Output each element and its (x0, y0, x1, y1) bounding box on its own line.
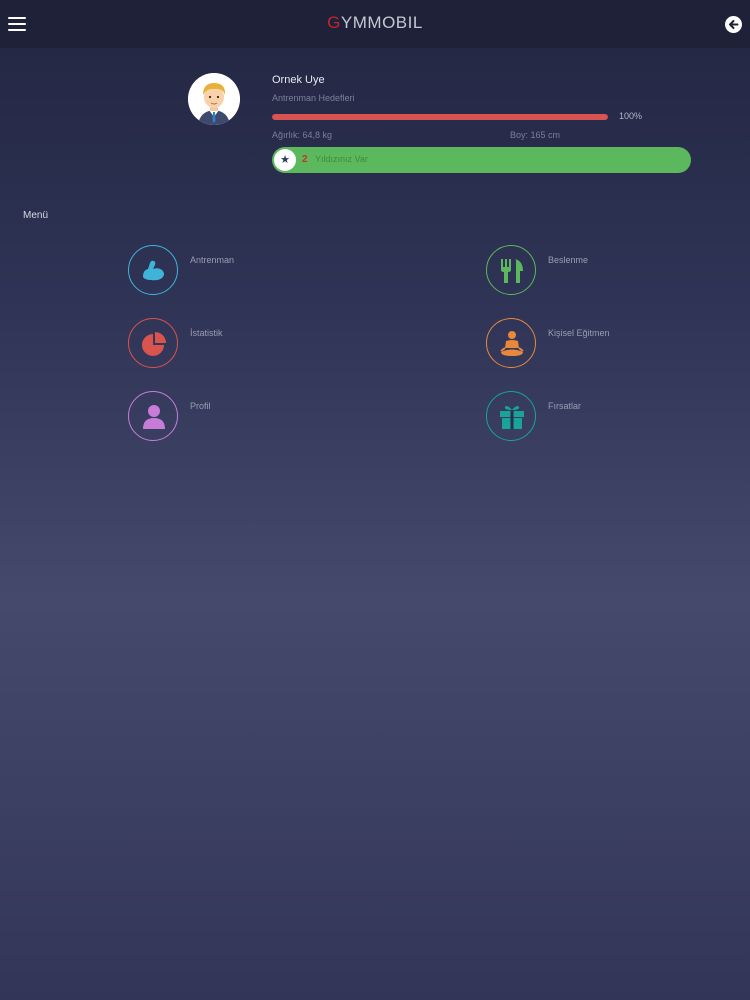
menu-item-beslenme-circle (486, 245, 536, 295)
star-icon: ★ (274, 149, 296, 171)
menu-item-antrenman-circle (128, 245, 178, 295)
menu-item-label: İstatistik (190, 328, 223, 338)
menu-item-label: Beslenme (548, 255, 589, 265)
menu-item-istatistik[interactable]: İstatistik (128, 318, 348, 374)
star-text: Yıldızınız Var (315, 154, 368, 164)
training-goals-label: Antrenman Hedefleri (272, 93, 355, 103)
fork-knife-icon (501, 259, 523, 283)
menu-item-kisisel-egitmen[interactable]: Kişisel Eğitmen (486, 318, 706, 374)
menu-item-firsatlar-circle (486, 391, 536, 441)
top-bar: GYMMOBIL (0, 0, 750, 48)
app-title-rest: YMMOBIL (340, 13, 423, 32)
app-title-accent: G (327, 13, 341, 32)
menu-item-antrenman[interactable]: Antrenman (128, 245, 348, 301)
pie-chart-icon (142, 332, 166, 356)
user-name: Ornek Uye (272, 74, 325, 86)
gift-icon (500, 406, 524, 429)
weight-value: Ağırlık: 64,8 kg (272, 130, 333, 140)
height-value: Boy: 165 cm (510, 130, 561, 140)
trainer-icon (500, 331, 524, 356)
user-icon (143, 405, 165, 429)
goal-progress-percent: 100% (619, 111, 643, 121)
menu-item-beslenme[interactable]: Beslenme (486, 245, 706, 301)
menu-title: Menü (23, 210, 49, 221)
menu-item-profil-circle (128, 391, 178, 441)
menu-item-istatistik-circle (128, 318, 178, 368)
muscle-arm-icon (143, 260, 164, 281)
menu-item-label: Antrenman (190, 255, 235, 265)
goal-progress-fill (272, 114, 608, 120)
menu-item-kisisel-egitmen-circle (486, 318, 536, 368)
back-arrow-icon[interactable] (725, 16, 742, 33)
menu-item-label: Fırsatlar (548, 401, 582, 411)
menu-item-firsatlar[interactable]: Fırsatlar (486, 391, 706, 447)
goal-progress-bar (272, 114, 608, 120)
menu-item-label: Kişisel Eğitmen (548, 328, 610, 338)
app-title: GYMMOBIL (0, 13, 750, 33)
menu-item-profil[interactable]: Profil (128, 391, 348, 447)
stars-banner[interactable]: ★ 2 Yıldızınız Var (272, 147, 691, 173)
avatar[interactable] (188, 73, 240, 125)
star-count: 2 (302, 154, 308, 165)
menu-item-label: Profil (190, 401, 211, 411)
